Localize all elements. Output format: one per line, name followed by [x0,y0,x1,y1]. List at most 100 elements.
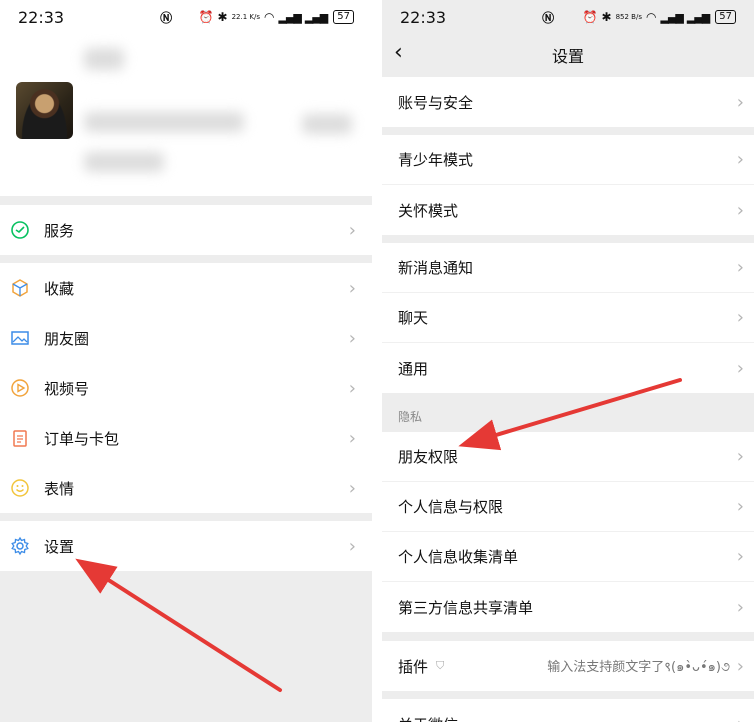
chevron-right-icon: › [736,596,744,618]
features-group: 收藏 › 朋友圈 › 视频号 › 订单与卡包 › 表情 › [0,263,372,513]
menu-item-services[interactable]: 服务 › [0,205,372,255]
profile-header[interactable] [0,34,372,196]
avatar[interactable] [16,82,73,139]
chevron-right-icon: › [348,327,356,349]
chevron-right-icon: › [737,714,744,722]
smile-icon [10,478,30,498]
settings-label: 关于微信 [398,714,458,722]
bluetooth-icon: ✱ [601,10,612,24]
chevron-right-icon: › [736,199,744,221]
chevron-right-icon: › [348,377,356,399]
signal-icon: ▂▄▆ [660,10,683,24]
battery-icon: 57 [715,10,736,24]
network-speed: 22.1 K/s [231,12,260,21]
blurred-wechat-id [84,112,244,132]
settings-page: 22:33 Ⓝ ⏰ ✱ 852 B/s ◠ ▂▄▆ ▂▄▆ 57 ‹ 设置 账号… [382,0,754,722]
settings-item-notifications[interactable]: 新消息通知 › [382,243,754,293]
nav-bar: ‹ 设置 [382,34,754,76]
menu-label: 设置 [44,537,75,556]
settings-item-plugins[interactable]: 插件 ⛉ 输入法支持颜文字了९(๑•̀ᴗ•́๑)૭ › [382,641,754,691]
settings-label: 个人信息与权限 [398,498,504,516]
chevron-right-icon: › [736,496,744,517]
menu-item-orders[interactable]: 订单与卡包 › [0,413,372,463]
chevron-right-icon: › [736,546,744,567]
settings-item-care-mode[interactable]: 关怀模式 › [382,185,754,235]
chevron-right-icon: › [348,477,356,499]
status-time: 22:33 [18,7,65,27]
settings-label: 第三方信息共享清单 [398,598,534,617]
plugin-promo-text: 输入法支持颜文字了९(๑•̀ᴗ•́๑)૭ [547,659,730,675]
shield-icon: ⛉ [436,659,445,672]
chevron-right-icon: › [736,446,744,467]
menu-item-settings[interactable]: 设置 › [0,521,372,571]
settings-item-chat[interactable]: 聊天 › [382,293,754,343]
page-title: 设置 [551,47,584,66]
settings-group-general: 新消息通知 › 聊天 › 通用 › [382,243,754,393]
gear-icon [10,536,30,556]
chevron-right-icon: › [348,535,356,557]
network-speed: 852 B/s [615,12,642,21]
menu-label: 朋友圈 [44,329,90,348]
menu-item-stickers[interactable]: 表情 › [0,463,372,513]
settings-item-account-security[interactable]: 账号与安全 › [382,77,754,127]
menu-label: 订单与卡包 [44,429,120,448]
settings-group: 设置 › [0,521,372,571]
menu-label: 收藏 [44,279,75,298]
cube-icon [10,278,30,298]
settings-group-plugins: 插件 ⛉ 输入法支持颜文字了९(๑•̀ᴗ•́๑)૭ › [382,641,754,691]
privacy-section-label: 隐私 [398,410,423,424]
settings-item-info-collection[interactable]: 个人信息收集清单 › [382,532,754,582]
menu-item-moments[interactable]: 朋友圈 › [0,313,372,363]
settings-label: 关怀模式 [398,201,459,220]
settings-item-personal-info[interactable]: 个人信息与权限 › [382,482,754,532]
alarm-icon: ⏰ [198,10,214,24]
settings-label: 个人信息收集清单 [398,548,519,566]
settings-label: 青少年模式 [398,151,474,169]
menu-label: 表情 [44,479,75,498]
settings-item-about[interactable]: 关于微信 › [382,699,754,722]
clipboard-icon [10,428,30,448]
settings-item-friend-permissions[interactable]: 朋友权限 › [382,432,754,482]
settings-label: 账号与安全 [398,93,474,112]
me-page: 22:33 Ⓝ ⏰ ✱ 22.1 K/s ◠ ▂▄▆ ▂▄▆ 57 服务 › 收… [0,0,372,722]
menu-item-channels[interactable]: 视频号 › [0,363,372,413]
chevron-right-icon: › [736,91,744,113]
settings-item-general[interactable]: 通用 › [382,343,754,393]
image-icon [10,328,30,348]
settings-label: 通用 [398,359,429,378]
settings-item-teen-mode[interactable]: 青少年模式 › [382,135,754,185]
menu-item-favorites[interactable]: 收藏 › [0,263,372,313]
settings-label: 插件 [398,657,429,676]
battery-icon: 57 [333,10,354,24]
chevron-right-icon: › [348,219,356,241]
services-icon [10,220,30,240]
settings-group-about: 关于微信 › [382,699,754,722]
settings-label: 朋友权限 [398,448,459,466]
chevron-right-icon: › [736,149,744,170]
status-bar: 22:33 Ⓝ ⏰ ✱ 22.1 K/s ◠ ▂▄▆ ▂▄▆ 57 [0,0,372,34]
settings-label: 聊天 [398,309,429,327]
settings-group-account: 账号与安全 › [382,77,754,127]
play-icon [10,378,30,398]
services-group: 服务 › [0,205,372,255]
alarm-icon: ⏰ [582,10,598,24]
settings-group-modes: 青少年模式 › 关怀模式 › [382,135,754,235]
panel-divider [372,0,382,722]
chevron-right-icon: › [348,427,356,449]
menu-label: 服务 [44,221,75,240]
signal-icon-2: ▂▄▆ [304,10,328,24]
bluetooth-icon: ✱ [217,10,228,24]
nfc-icon: Ⓝ [160,10,173,25]
wifi-icon: ◠ [646,10,657,24]
menu-label: 视频号 [44,379,90,398]
chevron-right-icon: › [736,655,744,677]
blurred-status [84,152,164,172]
status-bar: 22:33 Ⓝ ⏰ ✱ 852 B/s ◠ ▂▄▆ ▂▄▆ 57 [382,0,754,34]
blurred-name [84,48,124,70]
back-icon[interactable]: ‹ [394,40,403,65]
status-time: 22:33 [400,7,447,27]
signal-icon-2: ▂▄▆ [686,10,710,24]
settings-group-privacy: 朋友权限 › 个人信息与权限 › 个人信息收集清单 › 第三方信息共享清单 › [382,432,754,632]
blurred-qr [302,114,352,134]
settings-item-third-party[interactable]: 第三方信息共享清单 › [382,582,754,632]
